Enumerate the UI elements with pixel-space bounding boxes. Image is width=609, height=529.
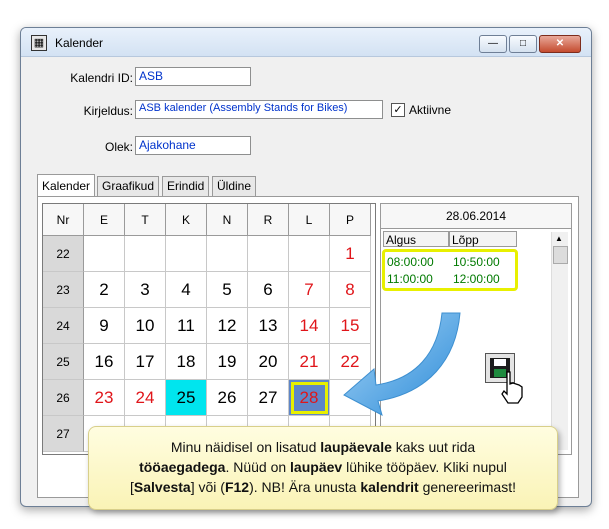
calendar-day[interactable]: 11	[166, 308, 207, 344]
selected-date: 28.06.2014	[381, 204, 571, 229]
callout-arrow-icon	[343, 312, 461, 416]
calendar-day[interactable]: 23	[84, 380, 125, 416]
column-header-start[interactable]: Algus	[383, 231, 449, 247]
callout-text: Minu näidisel on lisatud	[170, 439, 321, 455]
callout-bold: tööaegadega	[139, 459, 226, 475]
callout-text: genereerimast!	[418, 479, 516, 495]
weekday-header: R	[248, 204, 289, 236]
calendar-day[interactable]: 4	[166, 272, 207, 308]
calendar-day[interactable]: 7	[289, 272, 330, 308]
window-title: Kalender	[55, 36, 104, 50]
weekday-header: P	[330, 204, 371, 236]
calendar-day[interactable]: 24	[125, 380, 166, 416]
description-label: Kirjeldus:	[83, 104, 133, 118]
schedule-scrollbar[interactable]: ▲	[551, 232, 568, 450]
calendar-day[interactable]	[84, 236, 125, 272]
calendar-day[interactable]: 5	[207, 272, 248, 308]
calendar-day[interactable]: 25	[166, 380, 207, 416]
weekday-header: E	[84, 204, 125, 236]
state-label: Olek:	[104, 140, 133, 154]
weekday-header: Nr	[43, 204, 84, 236]
calendar-day[interactable]: 19	[207, 344, 248, 380]
callout-text: lühike tööpäev. Kliki nupul	[342, 459, 507, 475]
week-number: 22	[43, 236, 84, 272]
scroll-up-icon[interactable]: ▲	[555, 234, 563, 243]
week-number: 27	[43, 416, 84, 452]
callout-text: kaks uut rida	[391, 439, 476, 455]
calendar-day[interactable]: 3	[125, 272, 166, 308]
callout-bold: laupäevale	[320, 439, 392, 455]
tab-uldine[interactable]: Üldine	[212, 176, 257, 196]
calendar-day[interactable]	[248, 236, 289, 272]
maximize-button[interactable]: □	[509, 35, 537, 53]
week-number: 23	[43, 272, 84, 308]
tab-kalender[interactable]: Kalender	[37, 174, 96, 196]
calendar-id-label: Kalendri ID:	[70, 71, 133, 85]
calendar-day[interactable]: 18	[166, 344, 207, 380]
column-header-end[interactable]: Lõpp	[449, 231, 517, 247]
calendar-day[interactable]: 14	[289, 308, 330, 344]
calendar-day[interactable]: 17	[125, 344, 166, 380]
calendar-day[interactable]: 16	[84, 344, 125, 380]
callout-bold: F12	[224, 479, 250, 495]
calendar-day[interactable]	[166, 236, 207, 272]
active-checkbox[interactable]: ✓	[391, 103, 405, 117]
callout-bold: kalendrit	[360, 479, 419, 495]
weekday-header: L	[289, 204, 330, 236]
calendar-app-icon: ▦	[31, 35, 47, 51]
state-input[interactable]: Ajakohane	[135, 136, 251, 155]
calendar-day[interactable]: 9	[84, 308, 125, 344]
calendar-day[interactable]: 21	[289, 344, 330, 380]
calendar-day[interactable]: 8	[330, 272, 371, 308]
active-label: Aktiivne	[409, 103, 452, 117]
tab-graafikud[interactable]: Graafikud	[97, 176, 160, 196]
calendar-day[interactable]: 27	[248, 380, 289, 416]
row1-end[interactable]: 10:50:00	[453, 255, 500, 269]
callout-text: ] või (	[190, 479, 225, 495]
calendar-day[interactable]: 20	[248, 344, 289, 380]
month-calendar-grid: Nr E T K N R L P 22 1 23 2 3 4 5 6 7 8 24 9 10 11 12 13 14 15 25 16…	[42, 203, 376, 455]
title-bar: ▦ Kalender — □ ✕	[21, 28, 591, 57]
callout-bold: Salvesta	[133, 479, 191, 495]
weekday-header: N	[207, 204, 248, 236]
scroll-thumb[interactable]	[553, 246, 568, 264]
weekday-header: T	[125, 204, 166, 236]
hand-cursor-icon	[501, 371, 523, 404]
calendar-day[interactable]	[289, 236, 330, 272]
calendar-day[interactable]	[207, 236, 248, 272]
calendar-day[interactable]	[125, 236, 166, 272]
calendar-day[interactable]: 10	[125, 308, 166, 344]
callout-bold: laupäev	[290, 459, 343, 475]
calendar-day[interactable]: 1	[330, 236, 371, 272]
description-input[interactable]: ASB kalender (Assembly Stands for Bikes)	[135, 100, 383, 119]
calendar-day[interactable]: 2	[84, 272, 125, 308]
week-number: 24	[43, 308, 84, 344]
callout-bubble: Minu näidisel on lisatud laupäevale kaks…	[88, 426, 558, 510]
callout-text: . Nüüd on	[225, 459, 291, 475]
calendar-day[interactable]: 13	[248, 308, 289, 344]
calendar-day[interactable]: 12	[207, 308, 248, 344]
weekday-header: K	[166, 204, 207, 236]
tab-erindid[interactable]: Erindid	[162, 176, 210, 196]
week-number: 26	[43, 380, 84, 416]
row2-end[interactable]: 12:00:00	[453, 272, 500, 286]
row1-start[interactable]: 08:00:00	[387, 255, 434, 269]
row2-start[interactable]: 11:00:00	[387, 272, 433, 286]
calendar-day-selected[interactable]: 28	[289, 380, 330, 416]
calendar-day[interactable]: 26	[207, 380, 248, 416]
callout-text: ). NB! Ära unusta	[249, 479, 361, 495]
week-number: 25	[43, 344, 84, 380]
calendar-day[interactable]: 6	[248, 272, 289, 308]
close-button[interactable]: ✕	[539, 35, 581, 53]
minimize-button[interactable]: —	[479, 35, 507, 53]
calendar-id-input[interactable]: ASB	[135, 67, 251, 86]
